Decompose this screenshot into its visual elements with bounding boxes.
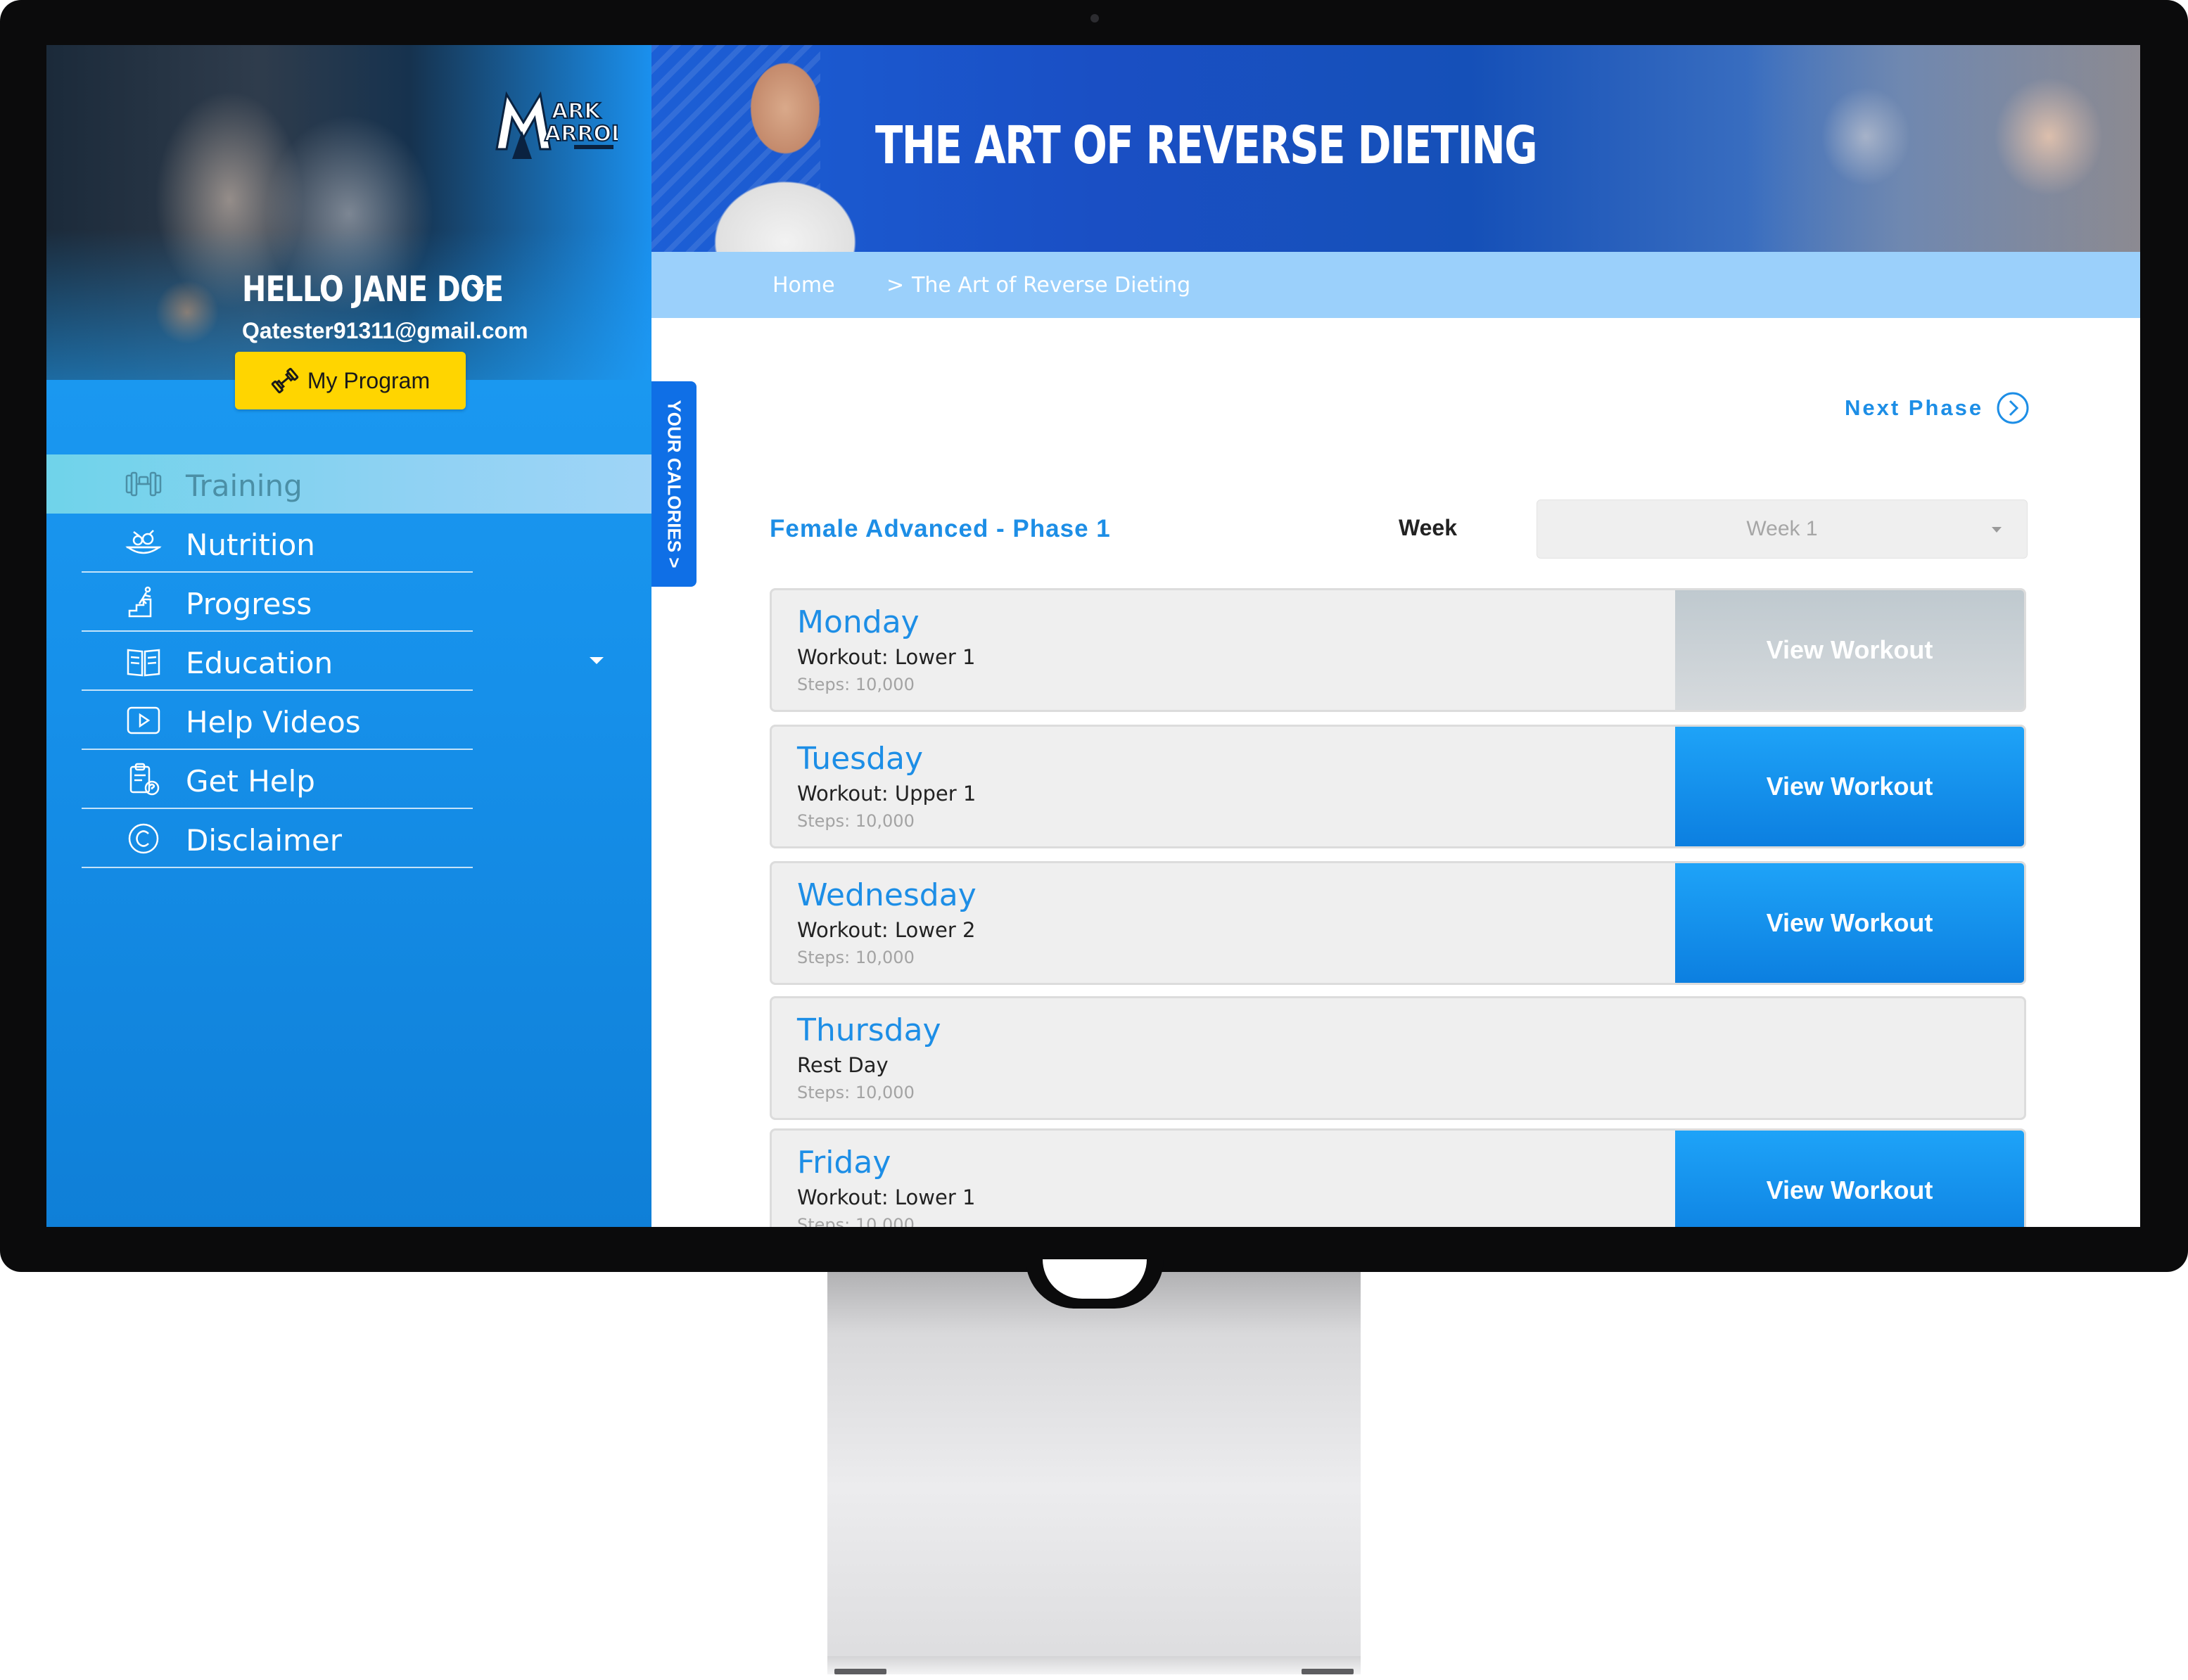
breadcrumb-separator: > [886, 273, 905, 298]
sidebar-item-label: Education [186, 646, 333, 680]
sidebar-item-label: Training [186, 469, 303, 503]
chevron-right-circle-icon [1997, 392, 2029, 424]
next-phase-label: Next Phase [1845, 395, 1984, 420]
sidebar-item-label: Progress [186, 587, 312, 621]
view-workout-button[interactable]: View Workout [1675, 1131, 2024, 1227]
week-label: Week [1399, 515, 1458, 540]
my-program-button[interactable]: My Program [235, 352, 466, 409]
day-card-wednesday: Wednesday Workout: Lower 2 Steps: 10,000… [770, 861, 2026, 985]
view-workout-button[interactable]: View Workout [1675, 863, 2024, 983]
play-icon [127, 706, 160, 734]
breadcrumb: Home > The Art of Reverse Dieting [651, 252, 2140, 318]
dumbbell-icon [125, 471, 162, 497]
day-name: Wednesday [797, 877, 977, 913]
copyright-icon [128, 823, 159, 854]
sidebar-item-label: Get Help [186, 764, 315, 798]
chevron-down-icon[interactable] [590, 657, 604, 664]
sidebar-item-label: Nutrition [186, 528, 315, 562]
sidebar-item-nutrition[interactable]: Nutrition [46, 514, 651, 573]
monitor-stand-foot [1302, 1669, 1354, 1674]
sidebar-nav: Training Nutrition Progress Education He… [46, 454, 651, 868]
day-card-thursday: Thursday Rest Day Steps: 10,000 [770, 996, 2026, 1120]
sidebar-item-get-help[interactable]: Get Help [46, 750, 651, 809]
food-icon [125, 530, 162, 554]
chevron-down-icon [1992, 527, 2002, 533]
day-workout: Workout: Lower 1 [797, 645, 976, 669]
banner-photo [1746, 45, 2140, 252]
week-select[interactable]: Week 1 [1537, 499, 2028, 559]
sidebar-item-label: Help Videos [186, 705, 361, 739]
week-select-value: Week 1 [1746, 517, 1818, 540]
page-title: THE ART OF REVERSE DIETING [875, 115, 1538, 176]
day-workout: Rest Day [797, 1053, 889, 1077]
divider [82, 867, 473, 868]
breadcrumb-current: The Art of Reverse Dieting [912, 273, 1191, 298]
day-workout: Workout: Lower 1 [797, 1185, 976, 1209]
page-banner: THE ART OF REVERSE DIETING [651, 45, 2140, 252]
user-greeting[interactable]: HELLO JANE DOE [242, 269, 504, 310]
phase-title: Female Advanced - Phase 1 [770, 515, 1111, 542]
day-steps: Steps: 10,000 [797, 811, 915, 831]
sidebar-item-label: Disclaimer [186, 823, 343, 858]
banner-photo [694, 45, 877, 252]
monitor-stand [827, 1259, 1361, 1674]
help-clipboard-icon [129, 763, 160, 796]
sidebar-item-training[interactable]: Training [46, 454, 651, 514]
sidebar-item-disclaimer[interactable]: Disclaimer [46, 809, 651, 868]
day-steps: Steps: 10,000 [797, 1083, 915, 1102]
book-icon [127, 649, 160, 677]
sidebar: ARK ARROLL HELLO JANE DOE Qatester91311@… [46, 45, 651, 1227]
svg-text:ARROLL: ARROLL [545, 122, 618, 146]
day-steps: Steps: 10,000 [797, 675, 915, 694]
day-card-monday: Monday Workout: Lower 1 Steps: 10,000 Vi… [770, 588, 2026, 712]
camera-dot [1090, 14, 1099, 23]
app-screen: ARK ARROLL HELLO JANE DOE Qatester91311@… [46, 45, 2140, 1227]
my-program-label: My Program [307, 367, 431, 393]
sidebar-item-education[interactable]: Education [46, 632, 651, 691]
day-name: Thursday [797, 1012, 941, 1048]
next-phase-link[interactable]: Next Phase [1845, 391, 2030, 425]
brand-logo[interactable]: ARK ARROLL [491, 82, 618, 166]
sidebar-item-progress[interactable]: Progress [46, 573, 651, 632]
dumbbell-icon [271, 367, 299, 394]
your-calories-tab[interactable]: YOUR CALORIES > [651, 381, 697, 587]
view-workout-button[interactable]: View Workout [1675, 727, 2024, 846]
day-steps: Steps: 10,000 [797, 948, 915, 967]
chevron-down-icon[interactable] [471, 284, 485, 291]
day-card-tuesday: Tuesday Workout: Upper 1 Steps: 10,000 V… [770, 725, 2026, 848]
day-workout: Workout: Upper 1 [797, 782, 977, 806]
monitor-stand-foot [834, 1669, 886, 1674]
day-steps: Steps: 10,000 [797, 1215, 915, 1227]
day-workout: Workout: Lower 2 [797, 918, 976, 942]
user-email: Qatester91311@gmail.com [242, 318, 528, 343]
day-name: Monday [797, 604, 920, 640]
svg-text:ARK: ARK [552, 99, 602, 124]
your-calories-label: YOUR CALORIES > [663, 400, 685, 568]
view-workout-button[interactable]: View Workout [1675, 590, 2024, 710]
day-name: Friday [797, 1145, 891, 1181]
progress-icon [128, 586, 152, 618]
breadcrumb-home-link[interactable]: Home [772, 273, 835, 298]
day-card-friday: Friday Workout: Lower 1 Steps: 10,000 Vi… [770, 1128, 2026, 1227]
sidebar-item-help-videos[interactable]: Help Videos [46, 691, 651, 750]
day-name: Tuesday [797, 741, 924, 777]
